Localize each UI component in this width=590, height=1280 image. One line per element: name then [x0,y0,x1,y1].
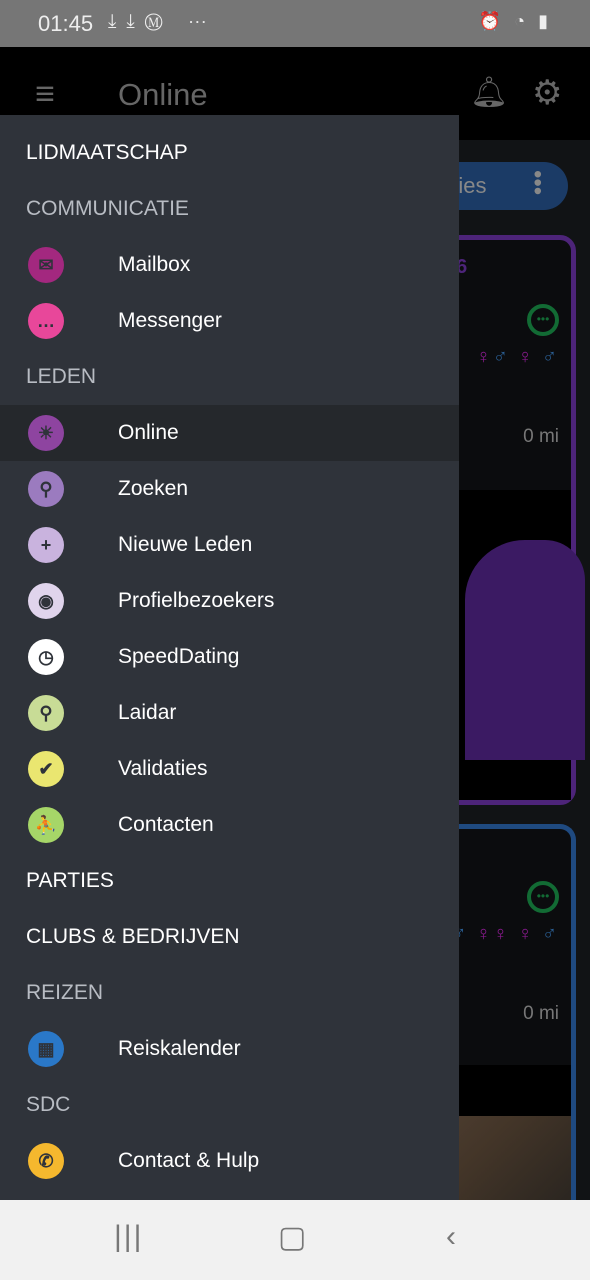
location-pin-icon: ⚲ [28,695,64,731]
drawer-item-label: Mailbox [118,253,191,276]
eye-icon: ◉ [28,583,64,619]
status-bar: 01:45 ⤓⤓Ⓜ ⋯ ⏰ ◔ ▮ [0,0,590,47]
drawer-section-reizen: REIZEN [26,981,104,1004]
drawer-item-label: Online [118,421,179,444]
drawer-section-parties[interactable]: PARTIES [0,853,459,909]
page-title: Online [118,77,208,112]
drawer-item-label: Reiskalender [118,1037,241,1060]
recents-button[interactable]: ||| [114,1220,143,1254]
drawer-item-label: Contact & Hulp [118,1149,260,1172]
distance: 0 mi [523,426,559,447]
more-vert-icon: ••• [524,170,551,196]
chat-icon: … [28,303,64,339]
drawer-item-contact-hulp[interactable]: ✆ Contact & Hulp [0,1133,459,1189]
drawer-item-label: Contacten [118,813,214,836]
system-nav-bar: ||| ▢ ‹ [0,1200,590,1280]
search-icon: ⚲ [28,471,64,507]
drawer-item-label: Profielbezoekers [118,589,275,612]
check-icon: ✔ [28,751,64,787]
system-icons: ⏰ ◔ ▮ [478,11,552,31]
back-button[interactable]: ‹ [446,1220,456,1254]
distance: 0 mi [523,1003,559,1024]
person-icon: ⛹ [28,807,64,843]
navigation-drawer: LIDMAATSCHAP COMMUNICATIE ✉ Mailbox … Messeng… [0,115,459,1200]
home-button[interactable]: ▢ [278,1220,306,1255]
drawer-item-mailbox[interactable]: ✉ Mailbox [0,237,459,293]
menu-icon[interactable]: ≡ [26,75,64,113]
drawer-item-nieuwe-leden[interactable]: + Nieuwe Leden [0,517,459,573]
calendar-icon: ▦ [28,1031,64,1067]
drawer-item-label: Nieuwe Leden [118,533,253,556]
drawer-item-label: Zoeken [118,477,189,500]
drawer-section-communicatie: COMMUNICATIE [26,197,189,220]
drawer-item-speeddating[interactable]: ◷ SpeedDating [0,629,459,685]
notification-icons: ⤓⤓Ⓜ ⋯ [108,11,217,32]
drawer-item-messenger[interactable]: … Messenger [0,293,459,349]
chat-icon[interactable]: ••• [527,304,559,336]
drawer-item-validaties[interactable]: ✔ Validaties [0,741,459,797]
drawer-section-clubs-bedrijven[interactable]: CLUBS & BEDRIJVEN [0,909,459,965]
drawer-item-zoeken[interactable]: ⚲ Zoeken [0,461,459,517]
drawer-item-label: Laidar [118,701,177,724]
chat-icon[interactable]: ••• [527,881,559,913]
drawer-section-leden: LEDEN [26,365,97,388]
mail-icon: ✉ [28,247,64,283]
gender-icons: ♀♂ ♀ ♂ [475,346,559,368]
drawer-item-profielbezoekers[interactable]: ◉ Profielbezoekers [0,573,459,629]
phone-icon: ✆ [28,1143,64,1179]
drawer-item-label: Messenger [118,309,222,332]
drawer-item-label: SpeedDating [118,645,240,668]
drawer-item-reiskalender[interactable]: ▦ Reiskalender [0,1021,459,1077]
drawer-item-laidar[interactable]: ⚲ Laidar [0,685,459,741]
drawer-item-online[interactable]: ☀ Online [0,405,459,461]
plus-icon: + [28,527,64,563]
drawer-section-sdc: SDC [26,1093,71,1116]
clock-icon: ◷ [28,639,64,675]
sun-icon: ☀ [28,415,64,451]
drawer-section-lidmaatschap[interactable]: LIDMAATSCHAP [0,125,459,181]
drawer-item-contacten[interactable]: ⛹ Contacten [0,797,459,853]
gender-icons: ♂ ♀♀ ♀ ♂ [451,923,559,945]
status-time: 01:45 [38,11,94,36]
bell-icon[interactable]: 🔔︎ [470,75,508,110]
gear-icon[interactable]: ⚙ [532,73,562,113]
drawer-item-label: Validaties [118,757,208,780]
